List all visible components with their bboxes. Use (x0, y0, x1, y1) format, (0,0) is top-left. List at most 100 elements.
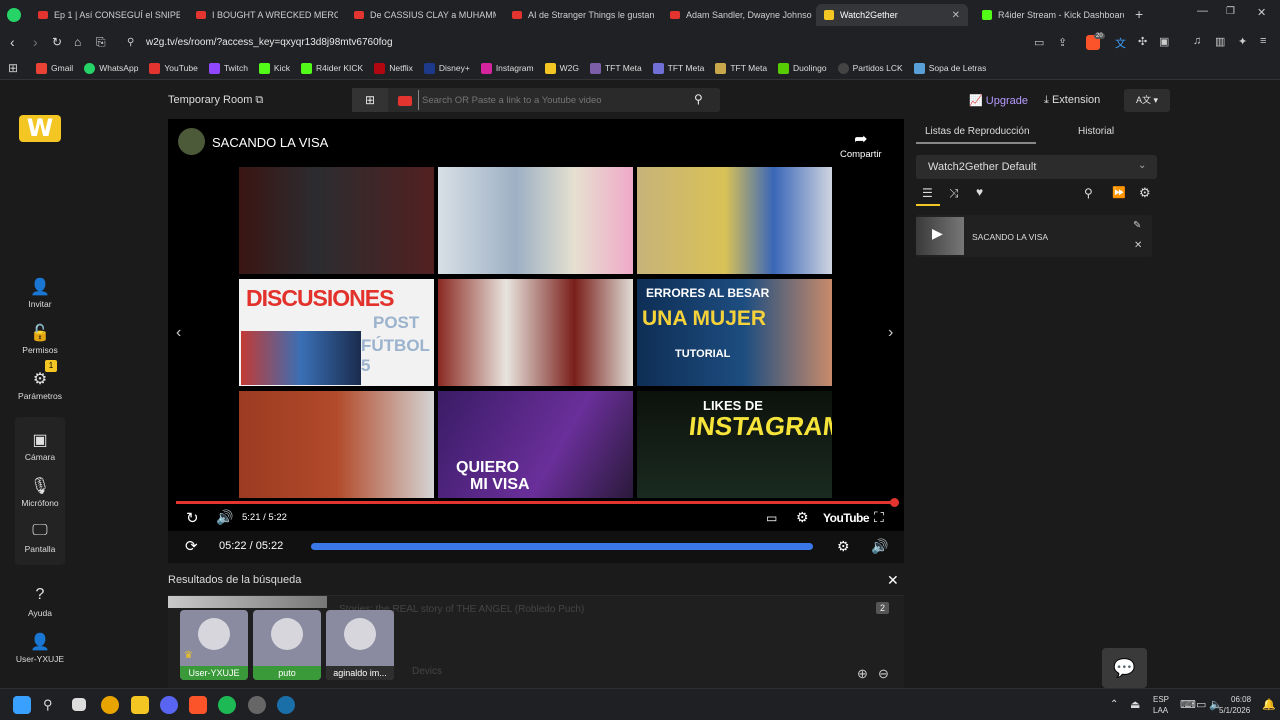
play-next-icon[interactable]: ⏩ (1112, 186, 1126, 199)
maximize-icon[interactable]: ❐ (1226, 6, 1235, 17)
spotify-icon[interactable] (218, 696, 236, 714)
user-button[interactable]: 👤 User-YXUJE (8, 632, 72, 664)
tab-mercedes[interactable]: I BOUGHT A WRECKED MERCEDES (188, 4, 338, 26)
grid-icon[interactable]: ⊞ (352, 88, 388, 112)
thumbnail-5[interactable] (438, 279, 633, 386)
thumbnail-7[interactable] (239, 391, 434, 498)
remove-icon[interactable]: ✕ (1134, 240, 1142, 251)
bookmark-icon[interactable]: ⎘ (96, 35, 106, 50)
close-results-icon[interactable]: ✕ (887, 572, 899, 589)
thumbnail-8[interactable]: QUIERO MI VISA (438, 391, 633, 498)
bookmark-w2g[interactable]: W2G (544, 62, 579, 74)
new-tab-icon[interactable]: + (1135, 6, 1143, 22)
url-field[interactable]: w2g.tv/es/room/?access_key=qxyqr13d8j98m… (118, 32, 1076, 54)
apps-grid-icon[interactable]: ⊞ (8, 61, 18, 75)
sync-progress-track[interactable] (311, 543, 813, 550)
menu-icon[interactable]: ≡ (1260, 35, 1266, 47)
replay-icon[interactable]: ↻ (186, 509, 199, 527)
share-button[interactable]: ➦ Compartir (840, 129, 882, 160)
gear-icon[interactable]: ⚙ (796, 509, 809, 526)
subtitles-icon[interactable]: ▭ (766, 511, 777, 525)
site-info-icon[interactable]: ⚲ (127, 37, 134, 48)
copy-icon[interactable]: ⧉ (255, 94, 263, 106)
lang1[interactable]: ESP (1153, 695, 1169, 704)
tab-sniper[interactable]: Ep 1 | Así CONSEGUÍ el SNIPER (30, 4, 180, 26)
user-tile-3[interactable]: aginaldo im... (326, 610, 394, 680)
thumbnail-2[interactable] (438, 167, 633, 274)
list-icon[interactable]: ☰ (922, 186, 933, 200)
discord-icon[interactable] (160, 696, 178, 714)
screen-button[interactable]: 🖵 Pantalla (8, 522, 72, 554)
thumbnail-6[interactable]: ERRORES AL BESAR UNA MUJER TUTORIAL (637, 279, 832, 386)
playlist-select[interactable]: Watch2Gether Default ⌄ (916, 155, 1157, 179)
network-icon[interactable]: ⌨ (1180, 698, 1196, 711)
permissions-button[interactable]: 🔓 Permisos (8, 323, 72, 355)
help-button[interactable]: ? Ayuda (8, 586, 72, 618)
brave-icon[interactable] (189, 696, 207, 714)
extensions-icon[interactable]: ✣ (1138, 35, 1147, 48)
task-view-icon[interactable] (72, 698, 86, 711)
chrome-icon[interactable] (101, 696, 119, 714)
bookmark-duolingo[interactable]: Duolingo (778, 62, 827, 74)
back-icon[interactable]: ‹ (10, 34, 15, 50)
bookmark-twitch[interactable]: Twitch (208, 62, 248, 74)
tab-adam-sandler[interactable]: Adam Sandler, Dwayne Johnson, Je (662, 4, 812, 26)
lang2[interactable]: LAA (1153, 706, 1168, 715)
home-icon[interactable]: ⌂ (74, 35, 81, 49)
bookmark-instagram[interactable]: Instagram (480, 62, 534, 74)
invite-button[interactable]: 👤 Invitar (8, 277, 72, 309)
sync-volume-icon[interactable]: 🔊 (871, 538, 888, 555)
tray-chevron-icon[interactable]: ⌃ (1110, 699, 1118, 710)
zoom-out-icon[interactable]: ⊖ (878, 666, 889, 682)
bookmark-netflix[interactable]: Netflix (374, 62, 413, 74)
edit-icon[interactable]: ✎ (1133, 220, 1141, 231)
thumbnail-1[interactable] (239, 167, 434, 274)
video-title[interactable]: SACANDO LA VISA (212, 135, 328, 150)
bookmark-whatsapp[interactable]: WhatsApp (84, 62, 138, 74)
bookmark-sopa-de-letras[interactable]: Sopa de Letras (913, 62, 986, 74)
bookmark-kick[interactable]: Kick (258, 62, 290, 74)
whatsapp-icon[interactable] (7, 8, 21, 22)
bookmark-disney[interactable]: Disney+ (423, 62, 470, 74)
sync-gear-icon[interactable]: ⚙ (837, 538, 850, 555)
bookmark-gmail[interactable]: Gmail (36, 62, 73, 74)
thumbnail-3[interactable] (637, 167, 832, 274)
bookmark-tft-meta-3[interactable]: TFT Meta (715, 62, 767, 74)
shuffle-icon[interactable]: ⤨ (949, 186, 959, 201)
camera-button[interactable]: ▣ Cámara (8, 430, 72, 462)
bookmark-youtube[interactable]: YouTube (149, 62, 198, 74)
next-arrow-icon[interactable]: › (888, 324, 893, 342)
room-title[interactable]: Temporary Room ⧉ (168, 94, 263, 107)
clock-date[interactable]: 5/1/2026 (1219, 706, 1250, 715)
previous-arrow-icon[interactable]: ‹ (176, 324, 181, 342)
bookmark-partidos-lck[interactable]: Partidos LCK (837, 62, 903, 74)
steam-icon[interactable] (277, 696, 295, 714)
user-tile-1[interactable]: ♛ User-YXUJE (180, 610, 248, 680)
sync-icon[interactable]: ⟳ (185, 537, 198, 555)
tab-stranger-things[interactable]: AI de Stranger Things le gustan las (504, 4, 654, 26)
youtube-logo[interactable]: YouTube (823, 511, 870, 525)
playlist-search-icon[interactable]: ⚲ (1084, 186, 1093, 200)
screenshot-icon[interactable]: ▣ (1159, 35, 1169, 48)
clock-time[interactable]: 06:08 (1231, 695, 1251, 704)
bookmark-r4ider-kick[interactable]: R4ider KICK (300, 62, 363, 74)
result-thumbnail[interactable] (168, 596, 327, 608)
search-icon[interactable]: ⚲ (694, 92, 703, 106)
thumbnail-4[interactable]: DISCUSIONES POST FÚTBOL 5 (239, 279, 434, 386)
bookmark-tft-meta-1[interactable]: TFT Meta (589, 62, 642, 74)
tab-history[interactable]: Historial (1078, 126, 1114, 137)
windows-start-icon[interactable] (13, 696, 31, 714)
ai-icon[interactable]: ✦ (1238, 35, 1247, 48)
battery-icon[interactable]: ▭ (1196, 698, 1206, 711)
search-icon[interactable]: ⚲ (43, 696, 61, 714)
reload-icon[interactable]: ↻ (52, 35, 62, 49)
translate-icon[interactable]: 文 (1115, 35, 1126, 51)
window-close-icon[interactable]: ✕ (1257, 6, 1266, 19)
cast-icon[interactable]: ▭ (1034, 36, 1044, 49)
zoom-in-icon[interactable]: ⊕ (857, 666, 868, 682)
channel-avatar[interactable] (178, 128, 205, 155)
usb-icon[interactable]: ⏏ (1130, 698, 1140, 711)
file-explorer-icon[interactable] (131, 696, 149, 714)
forward-icon[interactable]: › (33, 34, 38, 50)
bookmark-tft-meta-2[interactable]: TFT Meta (652, 62, 704, 74)
